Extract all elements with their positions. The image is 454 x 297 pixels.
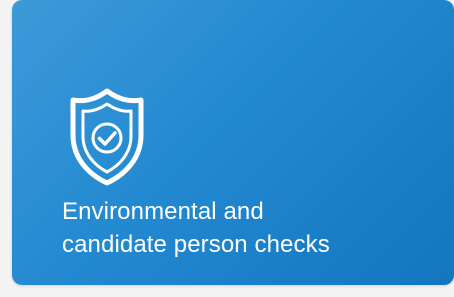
card-title-line-2: candidate person checks — [62, 231, 330, 258]
card-title: Environmental and candidate person check… — [62, 195, 422, 261]
card-title-line-1: Environmental and — [62, 198, 264, 225]
feature-card[interactable]: Environmental and candidate person check… — [12, 0, 454, 285]
shield-check-icon — [64, 87, 150, 187]
